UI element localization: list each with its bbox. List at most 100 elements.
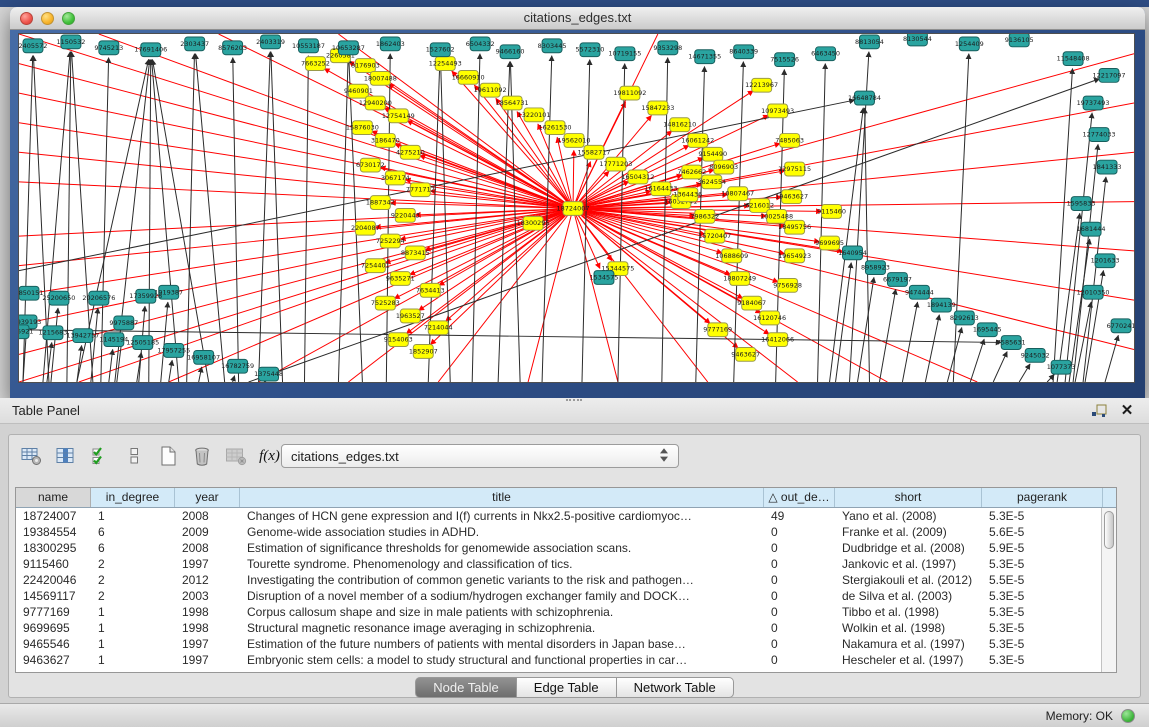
network-edge[interactable] [19, 208, 573, 265]
network-edge[interactable] [573, 208, 708, 382]
table-row[interactable]: 1456911722003Disruption of a novel membe… [16, 588, 1116, 604]
column-header-short[interactable]: short [835, 488, 982, 507]
cell-short: Wolkin et al. (1998) [835, 620, 982, 636]
network-edge[interactable] [419, 208, 573, 310]
network-edge[interactable] [149, 60, 151, 382]
network-node-label: 18807249 [723, 274, 756, 282]
network-edge[interactable] [1019, 364, 1030, 382]
delete-column-button[interactable] [187, 442, 216, 471]
network-node-label: 2303437 [180, 40, 209, 48]
table-row[interactable]: 2242004622012Investigating the contribut… [16, 572, 1116, 588]
network-node-label: 1145194 [99, 336, 128, 344]
tab-edge-table[interactable]: Edge Table [517, 677, 617, 698]
cell-name: 9463627 [16, 652, 91, 668]
column-header-year[interactable]: year [175, 488, 240, 507]
column-header-in_degree[interactable]: in_degree [91, 488, 175, 507]
tab-network-table[interactable]: Network Table [617, 677, 734, 698]
column-header-title[interactable]: title [240, 488, 764, 507]
network-edge[interactable] [993, 352, 1007, 382]
close-panel-icon[interactable]: ✕ [1117, 402, 1137, 420]
window-title: citations_edges.txt [10, 7, 1145, 29]
network-edge[interactable] [169, 360, 172, 382]
table-row[interactable]: 1938455462009Genome-wide association stu… [16, 524, 1116, 540]
network-edge[interactable] [19, 34, 573, 208]
network-edge[interactable] [818, 64, 826, 382]
network-node-label: 1254409 [955, 40, 984, 48]
network-edge[interactable] [19, 100, 855, 271]
network-edge[interactable] [879, 289, 895, 382]
cell-year: 2008 [175, 540, 240, 556]
create-column-button[interactable] [153, 442, 182, 471]
network-edge[interactable] [406, 208, 573, 333]
float-panel-icon[interactable] [1089, 402, 1109, 420]
function-builder-button[interactable]: f(x) [255, 442, 284, 471]
show-columns-button[interactable] [51, 442, 80, 471]
network-edge[interactable] [109, 349, 113, 382]
network-node-label: 18300295 [517, 219, 550, 227]
table-row[interactable]: 1872400712008Changes of HCN gene express… [16, 508, 1116, 524]
minimize-button[interactable] [41, 12, 54, 25]
memory-status-label: Memory: OK [1046, 709, 1113, 723]
cell-in_degree: 6 [91, 540, 175, 556]
zoom-button[interactable] [62, 12, 75, 25]
network-edge[interactable] [573, 208, 618, 382]
network-edge[interactable] [438, 208, 573, 382]
table-row[interactable]: 946554611997Estimation of the future num… [16, 636, 1116, 652]
network-node-label: 1887342 [366, 199, 395, 207]
vertical-scrollbar[interactable] [1101, 508, 1116, 672]
network-edge[interactable] [573, 152, 1134, 208]
table-row[interactable]: 977716911998Corpus callosum shape and si… [16, 604, 1116, 620]
cell-title: Investigating the contribution of common… [240, 572, 764, 588]
network-node-label: 16061242 [681, 136, 714, 144]
network-node-label: 19611092 [474, 86, 507, 94]
select-columns-button[interactable] [85, 442, 114, 471]
table-toolbar: f(x) [17, 440, 284, 472]
network-node-label: 12217097 [1093, 71, 1126, 79]
network-file-select[interactable]: citations_edges.txt [281, 444, 679, 468]
network-edge[interactable] [91, 308, 98, 382]
network-edge[interactable] [947, 327, 961, 382]
table-row[interactable]: 1830029562008Estimation of significance … [16, 540, 1116, 556]
table-row[interactable]: 969969511998Structural magnetic resonanc… [16, 620, 1116, 636]
tab-node-table[interactable]: Node Table [415, 677, 517, 698]
network-edge[interactable] [573, 150, 574, 208]
column-header-out_de[interactable]: △ out_de… [764, 488, 835, 507]
network-edge[interactable] [187, 54, 195, 382]
toggle-rows-button[interactable] [119, 442, 148, 471]
network-edge[interactable] [233, 376, 235, 382]
network-canvas[interactable]: 1872400722605818176903180074889460901129… [18, 33, 1135, 383]
network-node-label: 6504332 [466, 40, 495, 48]
network-edge[interactable] [19, 152, 573, 208]
cell-pagerank: 5.3E-5 [982, 508, 1103, 524]
scrollbar-thumb[interactable] [1104, 511, 1114, 549]
network-window-titlebar[interactable]: citations_edges.txt [10, 7, 1145, 30]
delete-table-button[interactable] [221, 442, 250, 471]
network-node-label: 7254401 [361, 262, 390, 270]
cell-in_degree: 1 [91, 636, 175, 652]
network-edge[interactable] [696, 67, 705, 382]
table-row[interactable]: 911546021997Tourette syndrome. Phenomeno… [16, 556, 1116, 572]
network-node-label: 15582717 [577, 148, 610, 156]
network-edge[interactable] [233, 58, 239, 382]
column-header-name[interactable]: name [16, 488, 91, 507]
network-file-select-value: citations_edges.txt [291, 449, 399, 464]
network-edge[interactable] [528, 208, 573, 382]
network-edge[interactable] [925, 315, 939, 382]
memory-status-indicator[interactable] [1121, 709, 1135, 723]
network-node-label: 16412066 [761, 336, 794, 344]
network-node-label: 18007488 [364, 74, 397, 82]
panel-resize-handle[interactable] [566, 399, 582, 404]
network-edge[interactable] [857, 277, 873, 382]
network-edge[interactable] [902, 302, 917, 382]
network-node-label: 6216012 [745, 202, 774, 210]
cell-short: Dudbridge et al. (2008) [835, 540, 982, 556]
network-edge[interactable] [1057, 213, 1080, 382]
table-row[interactable]: 946362711997Embryonic stem cells: a mode… [16, 652, 1116, 668]
table-mode-button[interactable] [17, 442, 46, 471]
column-header-pagerank[interactable]: pagerank [982, 488, 1103, 507]
close-button[interactable] [20, 12, 33, 25]
network-edge[interactable] [970, 339, 984, 382]
cell-in_degree: 1 [91, 604, 175, 620]
network-edge[interactable] [161, 302, 168, 382]
network-node-label: 2405572 [19, 42, 47, 50]
